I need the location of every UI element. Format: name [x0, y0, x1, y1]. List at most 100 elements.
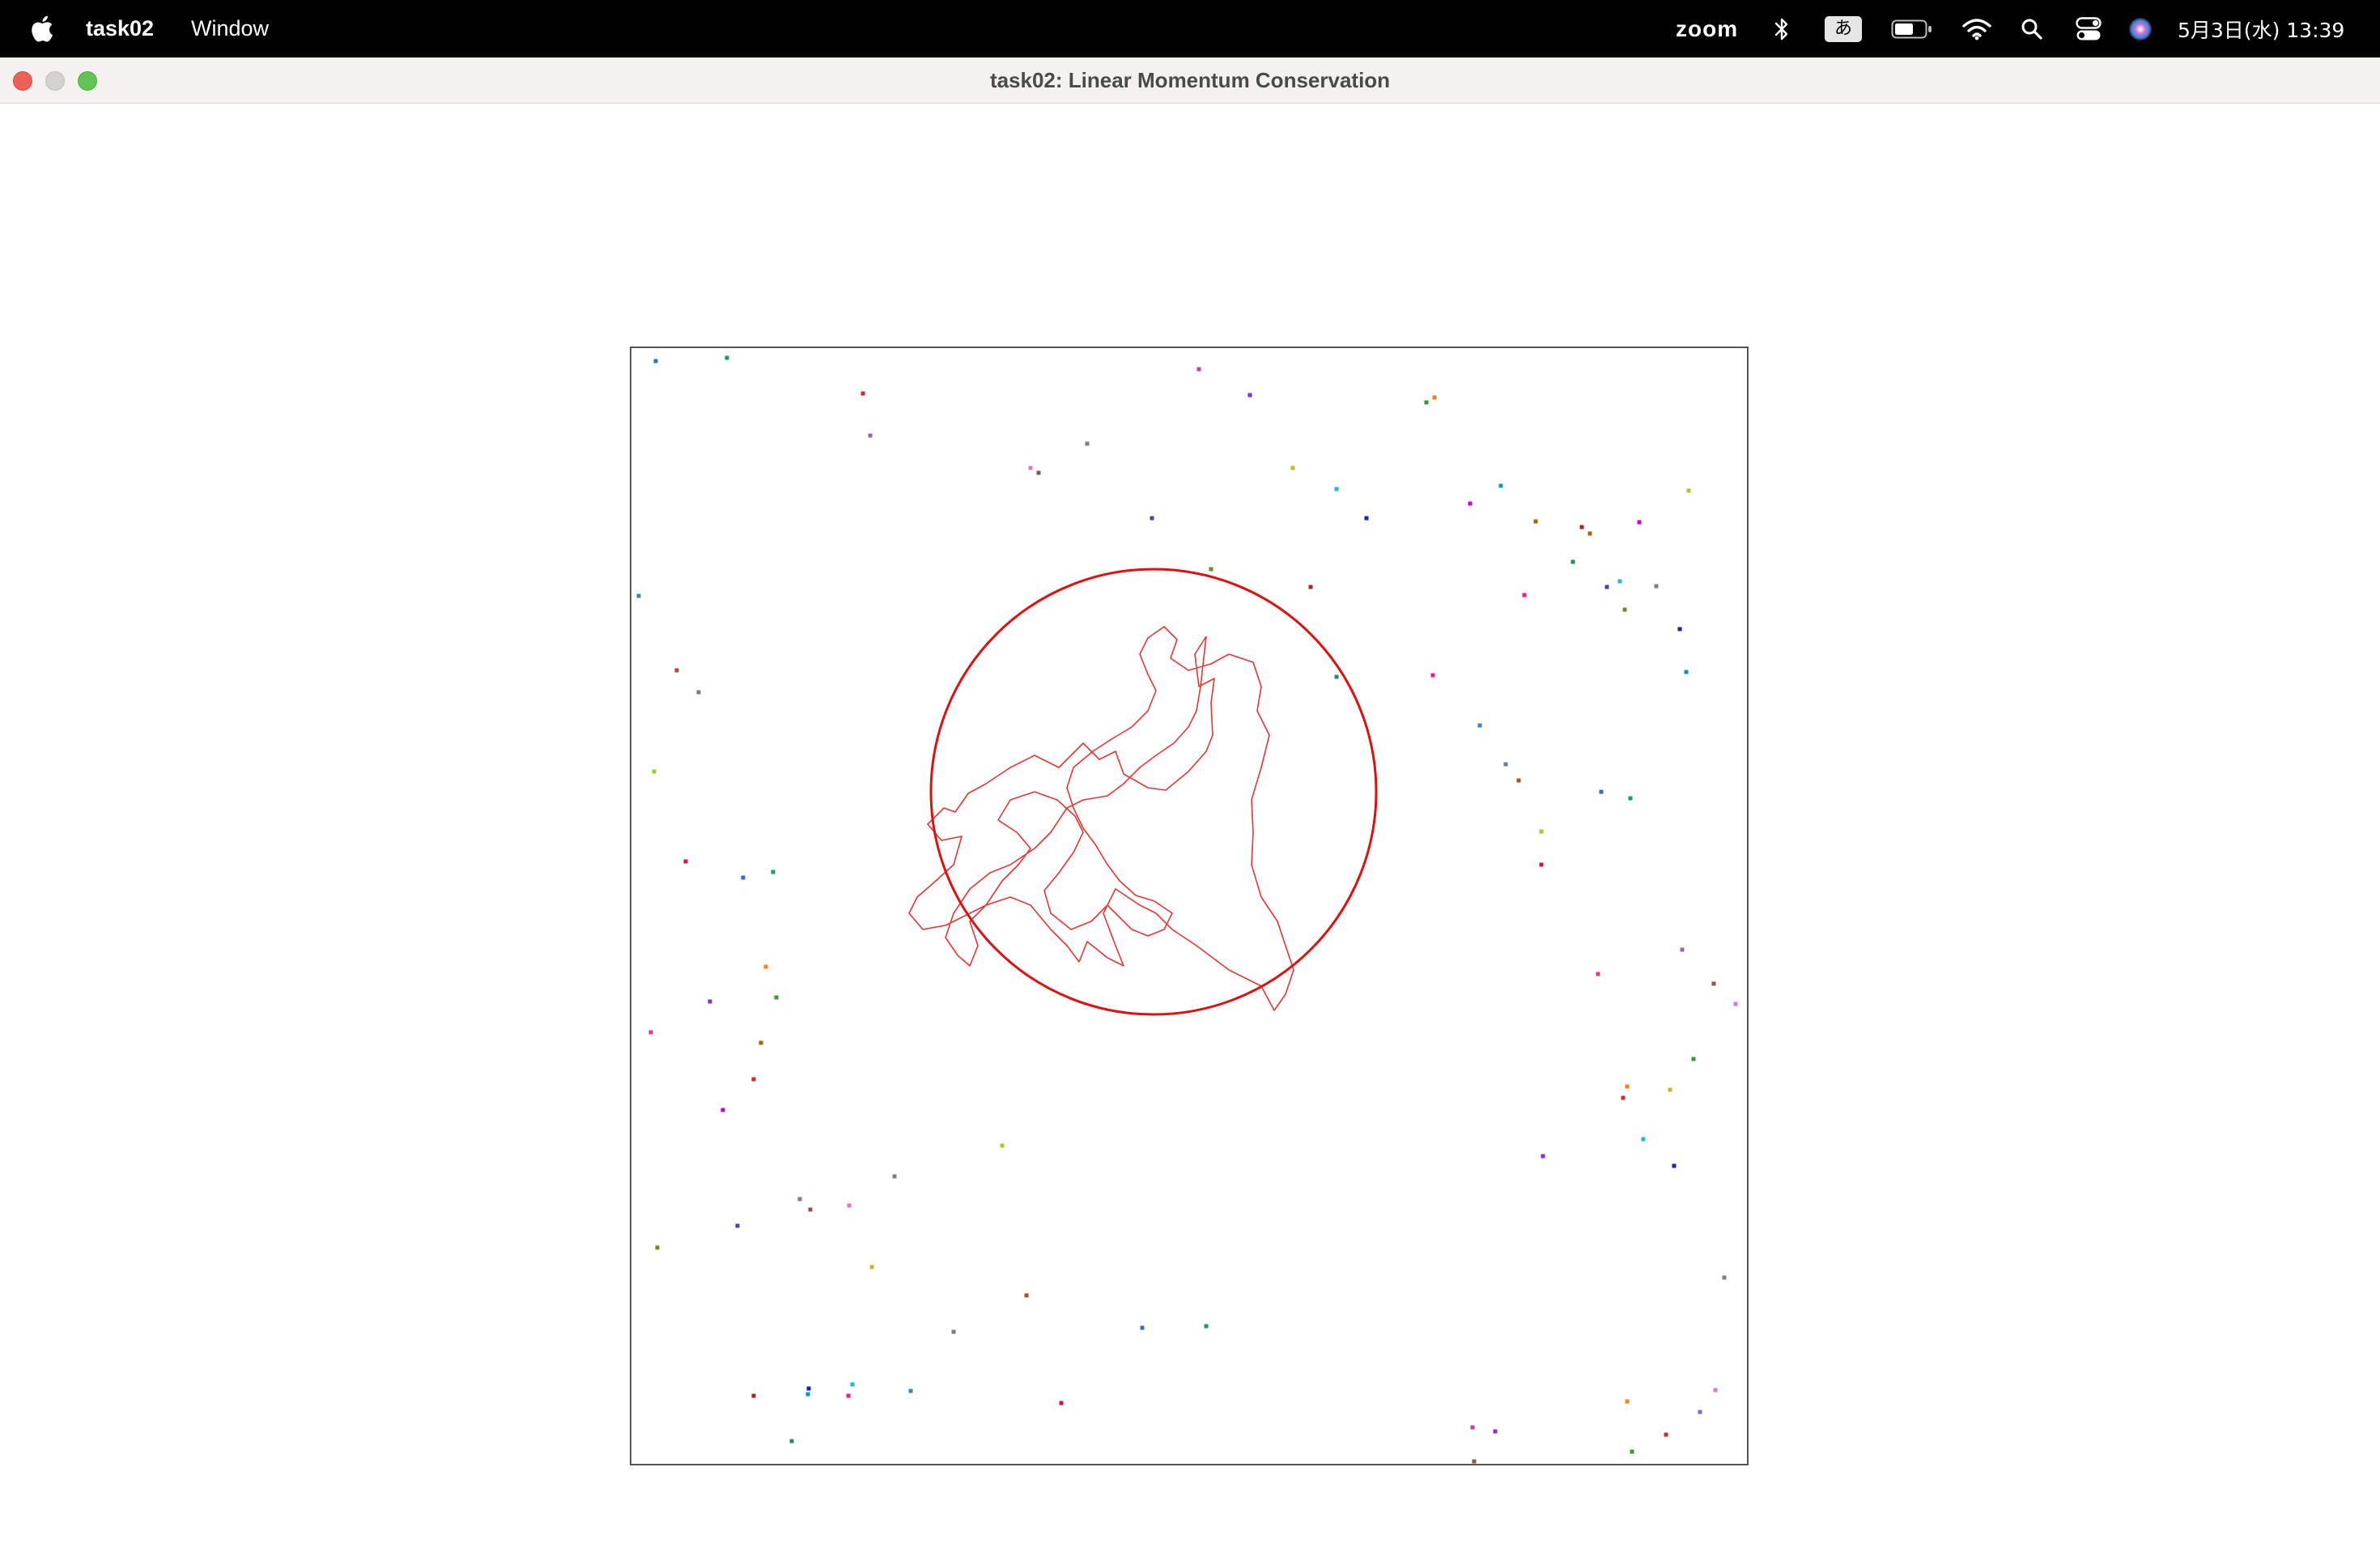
particle	[1209, 567, 1213, 572]
particle	[1622, 607, 1627, 612]
particle	[1587, 531, 1592, 536]
particle	[735, 1223, 740, 1228]
particle	[636, 593, 641, 598]
particle	[1722, 1275, 1727, 1280]
particle	[1290, 466, 1295, 470]
particle	[1637, 520, 1642, 525]
particle	[708, 999, 712, 1004]
menu-bar: task02 Window zoom あ 5月3日(水) 13:39	[0, 0, 2380, 57]
particle	[1713, 1388, 1718, 1393]
particle	[1672, 1163, 1677, 1168]
particle	[1617, 579, 1622, 584]
particle	[1677, 627, 1682, 632]
particle	[806, 1386, 811, 1391]
particle	[1628, 796, 1633, 801]
particle	[892, 1174, 897, 1179]
particle	[751, 1077, 756, 1082]
zoom-status-item[interactable]: zoom	[1676, 0, 1738, 57]
particle	[1684, 670, 1689, 674]
apple-logo-icon[interactable]	[29, 13, 58, 44]
particle	[869, 1265, 874, 1269]
battery-icon[interactable]	[1891, 0, 1933, 57]
particle	[674, 668, 679, 673]
particle	[1334, 674, 1339, 679]
particle	[1150, 516, 1154, 521]
window-title: task02: Linear Momentum Conservation	[989, 68, 1391, 92]
particle	[1024, 1293, 1029, 1298]
particle	[1432, 395, 1437, 400]
particle	[1604, 585, 1609, 589]
particle	[847, 1203, 852, 1208]
particle	[1516, 778, 1521, 783]
particle	[1468, 501, 1473, 506]
particle	[1680, 947, 1685, 952]
particle	[1196, 367, 1201, 372]
spotlight-search-icon[interactable]	[2021, 0, 2043, 57]
input-method-icon[interactable]: あ	[1825, 0, 1862, 57]
particle	[751, 1393, 756, 1398]
simulation-view	[630, 347, 1749, 1465]
particle	[725, 355, 729, 360]
particle	[908, 1389, 913, 1393]
particle	[720, 1108, 725, 1112]
particle	[1570, 559, 1575, 564]
particle	[653, 359, 658, 364]
particle	[683, 859, 688, 864]
particle	[1247, 393, 1252, 398]
app-menu-task02[interactable]: task02	[86, 14, 154, 43]
simulation-canvas-area[interactable]	[0, 104, 2380, 1548]
particle	[1599, 789, 1604, 794]
particle	[1522, 593, 1527, 598]
particle	[797, 1197, 802, 1201]
particle	[1664, 1432, 1668, 1437]
siri-icon[interactable]	[2127, 0, 2153, 57]
particle	[771, 870, 776, 874]
particle	[759, 1040, 763, 1045]
particle	[1493, 1429, 1498, 1434]
particle	[1028, 466, 1033, 470]
simulation-box	[630, 347, 1749, 1465]
particle	[1641, 1137, 1646, 1142]
particle	[1686, 488, 1691, 493]
particle	[1503, 762, 1508, 767]
particle	[1472, 1459, 1477, 1464]
particle	[1000, 1143, 1005, 1148]
particle	[1533, 519, 1538, 524]
particle	[1596, 972, 1600, 976]
wifi-icon[interactable]	[1962, 0, 1991, 57]
particle	[1036, 470, 1041, 475]
input-method-label: あ	[1825, 15, 1862, 42]
particle	[1470, 1425, 1475, 1430]
particle	[1625, 1399, 1630, 1404]
particle	[1668, 1087, 1672, 1092]
particle	[648, 1030, 653, 1035]
particle	[850, 1382, 855, 1387]
particle	[1424, 400, 1429, 405]
particle	[1654, 584, 1659, 589]
particle	[1733, 1002, 1738, 1006]
particle	[1711, 981, 1716, 986]
particle	[951, 1329, 956, 1334]
particle	[652, 769, 657, 774]
particle	[1477, 723, 1482, 728]
particle	[1308, 585, 1313, 589]
particle	[1085, 441, 1090, 446]
particle	[1059, 1401, 1064, 1406]
bluetooth-icon[interactable]	[1773, 0, 1791, 57]
particle	[1579, 525, 1584, 529]
particle	[1364, 516, 1369, 521]
control-center-icon[interactable]	[2076, 0, 2102, 57]
particle	[1140, 1325, 1145, 1330]
menubar-clock[interactable]: 5月3日(水) 13:39	[2178, 0, 2344, 57]
particle	[1691, 1057, 1696, 1061]
particle	[1204, 1324, 1209, 1329]
particle	[846, 1393, 851, 1398]
particle	[1541, 1154, 1545, 1159]
particle	[1698, 1410, 1702, 1414]
menu-window[interactable]: Window	[191, 14, 269, 43]
particle	[763, 964, 768, 969]
particle	[774, 995, 779, 1000]
particle	[805, 1392, 810, 1397]
particle	[1430, 673, 1435, 678]
window-title-bar[interactable]: task02: Linear Momentum Conservation	[0, 57, 2380, 104]
